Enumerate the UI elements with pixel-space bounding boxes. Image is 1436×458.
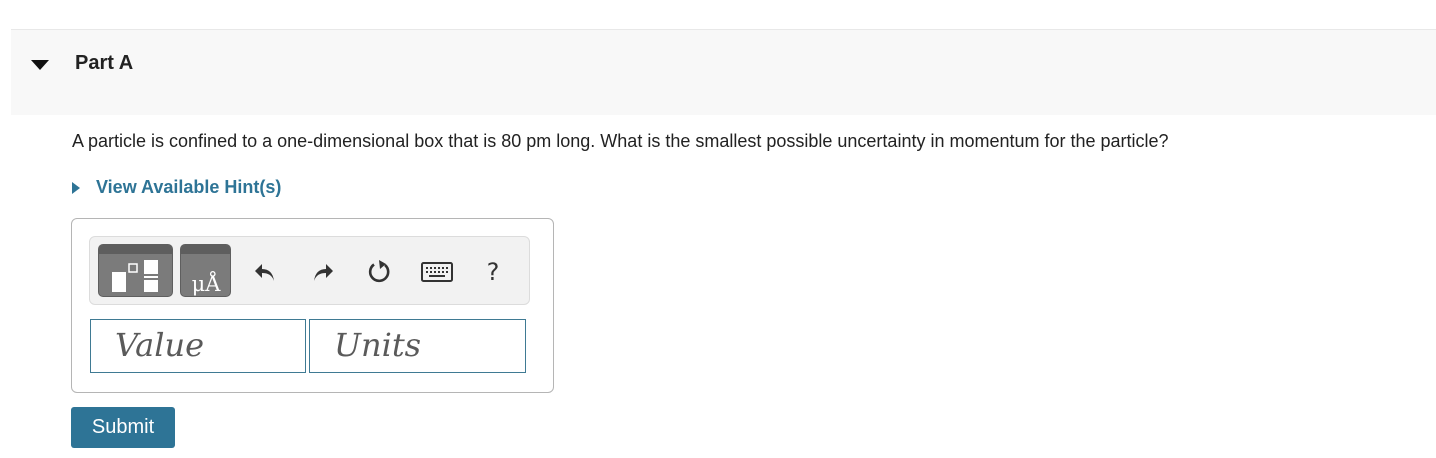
templates-button[interactable] — [98, 244, 173, 297]
svg-text:μÅ: μÅ — [192, 271, 222, 296]
part-header[interactable] — [11, 29, 1436, 115]
units-icon: μÅ — [192, 271, 222, 296]
undo-button[interactable] — [250, 257, 280, 287]
redo-button[interactable] — [308, 257, 338, 287]
collapse-triangle-icon[interactable] — [30, 59, 50, 71]
keyboard-icon — [421, 262, 453, 282]
view-hints-label: View Available Hint(s) — [96, 177, 282, 197]
reset-icon — [368, 260, 390, 283]
keyboard-button[interactable] — [420, 257, 454, 287]
value-input[interactable]: Value — [90, 319, 306, 373]
templates-icon — [112, 260, 158, 292]
undo-icon — [255, 264, 274, 281]
units-button[interactable]: μÅ — [180, 244, 231, 297]
view-hints-link[interactable]: View Available Hint(s) — [70, 177, 281, 198]
math-toolbar: μÅ ? — [89, 236, 530, 305]
units-input[interactable]: Units — [309, 319, 526, 373]
help-button[interactable]: ? — [478, 257, 508, 287]
caret-right-icon — [72, 181, 80, 194]
part-title: Part A — [75, 52, 134, 74]
question-text: A particle is confined to a one-dimensio… — [72, 131, 1169, 151]
redo-icon — [314, 264, 333, 281]
reset-button[interactable] — [365, 257, 395, 287]
submit-button[interactable]: Submit — [71, 407, 175, 448]
answer-box: μÅ ? Value Units — [71, 218, 554, 393]
help-icon: ? — [486, 258, 500, 286]
